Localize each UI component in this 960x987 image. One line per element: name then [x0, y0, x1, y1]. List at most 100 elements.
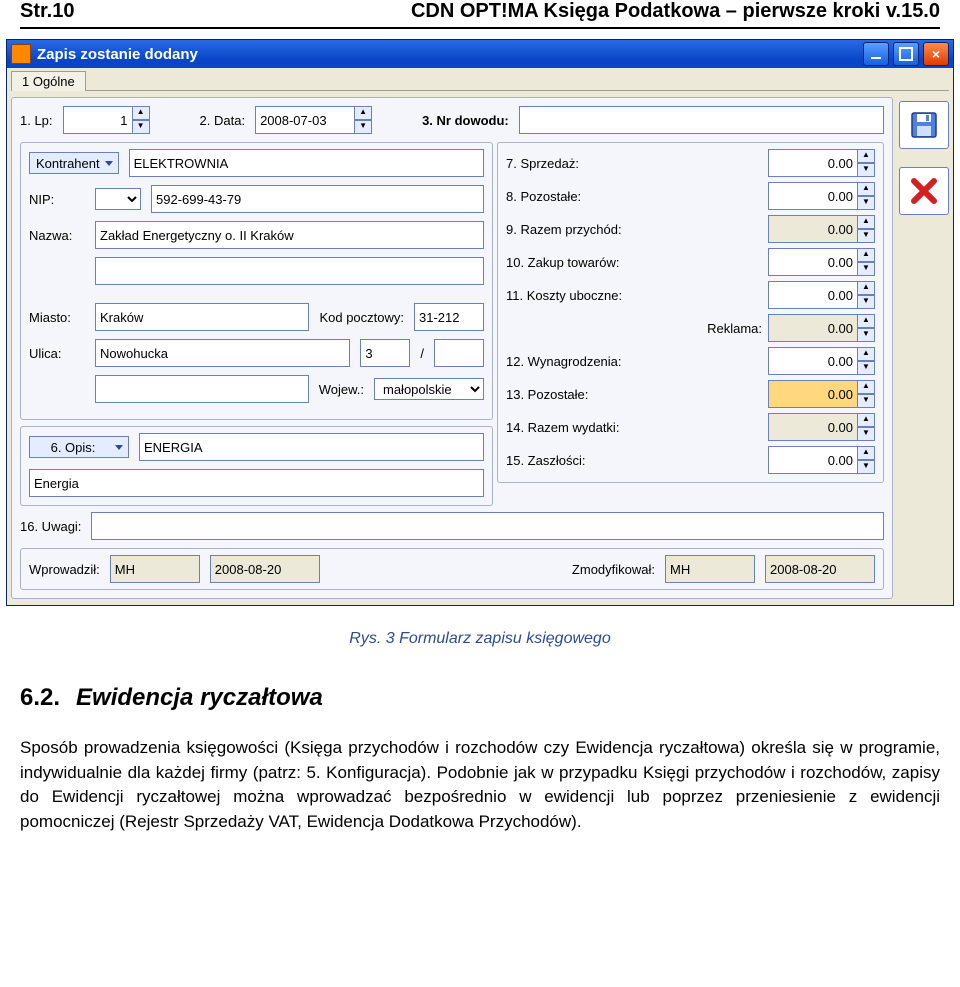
r10-input[interactable] [768, 248, 857, 276]
wojew-select[interactable]: małopolskie [374, 378, 484, 400]
r8-input[interactable] [768, 182, 857, 210]
app-icon [11, 44, 31, 64]
r10-down[interactable]: ▼ [857, 262, 875, 276]
page-header-left: Str.10 [20, 0, 74, 23]
section-heading: Ewidencja ryczałtowa [76, 684, 323, 711]
opis-input[interactable] [139, 433, 484, 461]
kod-input[interactable] [414, 303, 484, 331]
section-title: 6.2. Ewidencja ryczałtowa [0, 684, 960, 712]
r8-label: 8. Pozostałe: [506, 189, 762, 204]
r15-input[interactable] [768, 446, 857, 474]
kontrahent-button[interactable]: Kontrahent [29, 152, 119, 174]
data-spin-down[interactable]: ▼ [354, 120, 372, 134]
reklama-input [768, 314, 857, 342]
zmodyfikowal-label: Zmodyfikował: [572, 562, 655, 577]
kontrahent-input[interactable] [129, 149, 484, 177]
ulica-nr1-input[interactable] [360, 339, 410, 367]
maximize-button[interactable] [893, 42, 919, 66]
r11-label: 11. Koszty uboczne: [506, 288, 762, 303]
r11-down[interactable]: ▼ [857, 295, 875, 309]
r13-down[interactable]: ▼ [857, 394, 875, 408]
r7-input[interactable] [768, 149, 857, 177]
r11-input[interactable] [768, 281, 857, 309]
minimize-button[interactable] [863, 42, 889, 66]
r8-down[interactable]: ▼ [857, 196, 875, 210]
r14-input [768, 413, 857, 441]
rek-down[interactable]: ▼ [857, 328, 875, 342]
nip-label: NIP: [29, 192, 85, 207]
uwagi-input[interactable] [91, 512, 884, 540]
ulica-sep: / [420, 346, 424, 361]
reklama-label: Reklama: [506, 321, 762, 336]
cancel-button[interactable] [899, 167, 949, 215]
lp-input[interactable] [63, 106, 132, 134]
rek-up[interactable]: ▲ [857, 314, 875, 328]
titlebar: Zapis zostanie dodany × [7, 40, 953, 68]
r15-up[interactable]: ▲ [857, 446, 875, 460]
r9-down[interactable]: ▼ [857, 229, 875, 243]
r9-label: 9. Razem przychód: [506, 222, 762, 237]
wprowadzil-label: Wprowadził: [29, 562, 100, 577]
ulica-extra-input[interactable] [95, 375, 309, 403]
ulica-nr2-input[interactable] [434, 339, 484, 367]
r12-down[interactable]: ▼ [857, 361, 875, 375]
tab-bar: 1 Ogólne [11, 70, 949, 91]
r10-label: 10. Zakup towarów: [506, 255, 762, 270]
r12-input[interactable] [768, 347, 857, 375]
nazwa2-input[interactable] [95, 257, 484, 285]
r11-up[interactable]: ▲ [857, 281, 875, 295]
data-input[interactable] [255, 106, 354, 134]
section-number: 6.2. [20, 684, 60, 711]
lp-spin-up[interactable]: ▲ [132, 106, 150, 120]
r13-up[interactable]: ▲ [857, 380, 875, 394]
r13-input[interactable] [768, 380, 857, 408]
r14-up[interactable]: ▲ [857, 413, 875, 427]
cancel-x-icon [908, 175, 940, 207]
opis-button[interactable]: 6. Opis: [29, 436, 129, 458]
figure-caption: Rys. 3 Formularz zapisu księgowego [0, 630, 960, 648]
r7-up[interactable]: ▲ [857, 149, 875, 163]
ulica-label: Ulica: [29, 346, 85, 361]
header-rule [20, 27, 940, 29]
r12-label: 12. Wynagrodzenia: [506, 354, 762, 369]
nazwa-label: Nazwa: [29, 228, 85, 243]
r8-up[interactable]: ▲ [857, 182, 875, 196]
nrdowodu-label: 3. Nr dowodu: [422, 113, 509, 128]
miasto-input[interactable] [95, 303, 309, 331]
r9-up[interactable]: ▲ [857, 215, 875, 229]
r13-label: 13. Pozostałe: [506, 387, 762, 402]
floppy-disk-icon [908, 109, 940, 141]
ulica-input[interactable] [95, 339, 350, 367]
nrdowodu-input[interactable] [519, 106, 884, 134]
data-spin-up[interactable]: ▲ [354, 106, 372, 120]
lp-spin-down[interactable]: ▼ [132, 120, 150, 134]
r12-up[interactable]: ▲ [857, 347, 875, 361]
r9-input [768, 215, 857, 243]
close-button[interactable]: × [923, 42, 949, 66]
r7-label: 7. Sprzedaż: [506, 156, 762, 171]
page-header-right: CDN OPT!MA Księga Podatkowa – pierwsze k… [411, 0, 940, 23]
lp-label: 1. Lp: [20, 113, 53, 128]
miasto-label: Miasto: [29, 310, 85, 325]
zmodyfikowal-date [765, 555, 875, 583]
nip-input[interactable] [151, 185, 484, 213]
r14-down[interactable]: ▼ [857, 427, 875, 441]
nazwa1-input[interactable] [95, 221, 484, 249]
window-title: Zapis zostanie dodany [37, 46, 198, 63]
nip-country-select[interactable] [95, 188, 141, 210]
save-button[interactable] [899, 101, 949, 149]
data-label: 2. Data: [200, 113, 246, 128]
wprowadzil-date [210, 555, 320, 583]
r15-down[interactable]: ▼ [857, 460, 875, 474]
r10-up[interactable]: ▲ [857, 248, 875, 262]
dialog-window: Zapis zostanie dodany × 1 Ogólne 1. Lp: … [6, 39, 954, 606]
wprowadzil-input [110, 555, 200, 583]
tab-ogolne[interactable]: 1 Ogólne [11, 71, 86, 91]
r7-down[interactable]: ▼ [857, 163, 875, 177]
r14-label: 14. Razem wydatki: [506, 420, 762, 435]
uwagi-label: 16. Uwagi: [20, 519, 81, 534]
r15-label: 15. Zaszłości: [506, 453, 762, 468]
section-body: Sposób prowadzenia księgowości (Księga p… [0, 736, 960, 835]
wojew-label: Wojew.: [319, 382, 364, 397]
opis2-input[interactable] [29, 469, 484, 497]
